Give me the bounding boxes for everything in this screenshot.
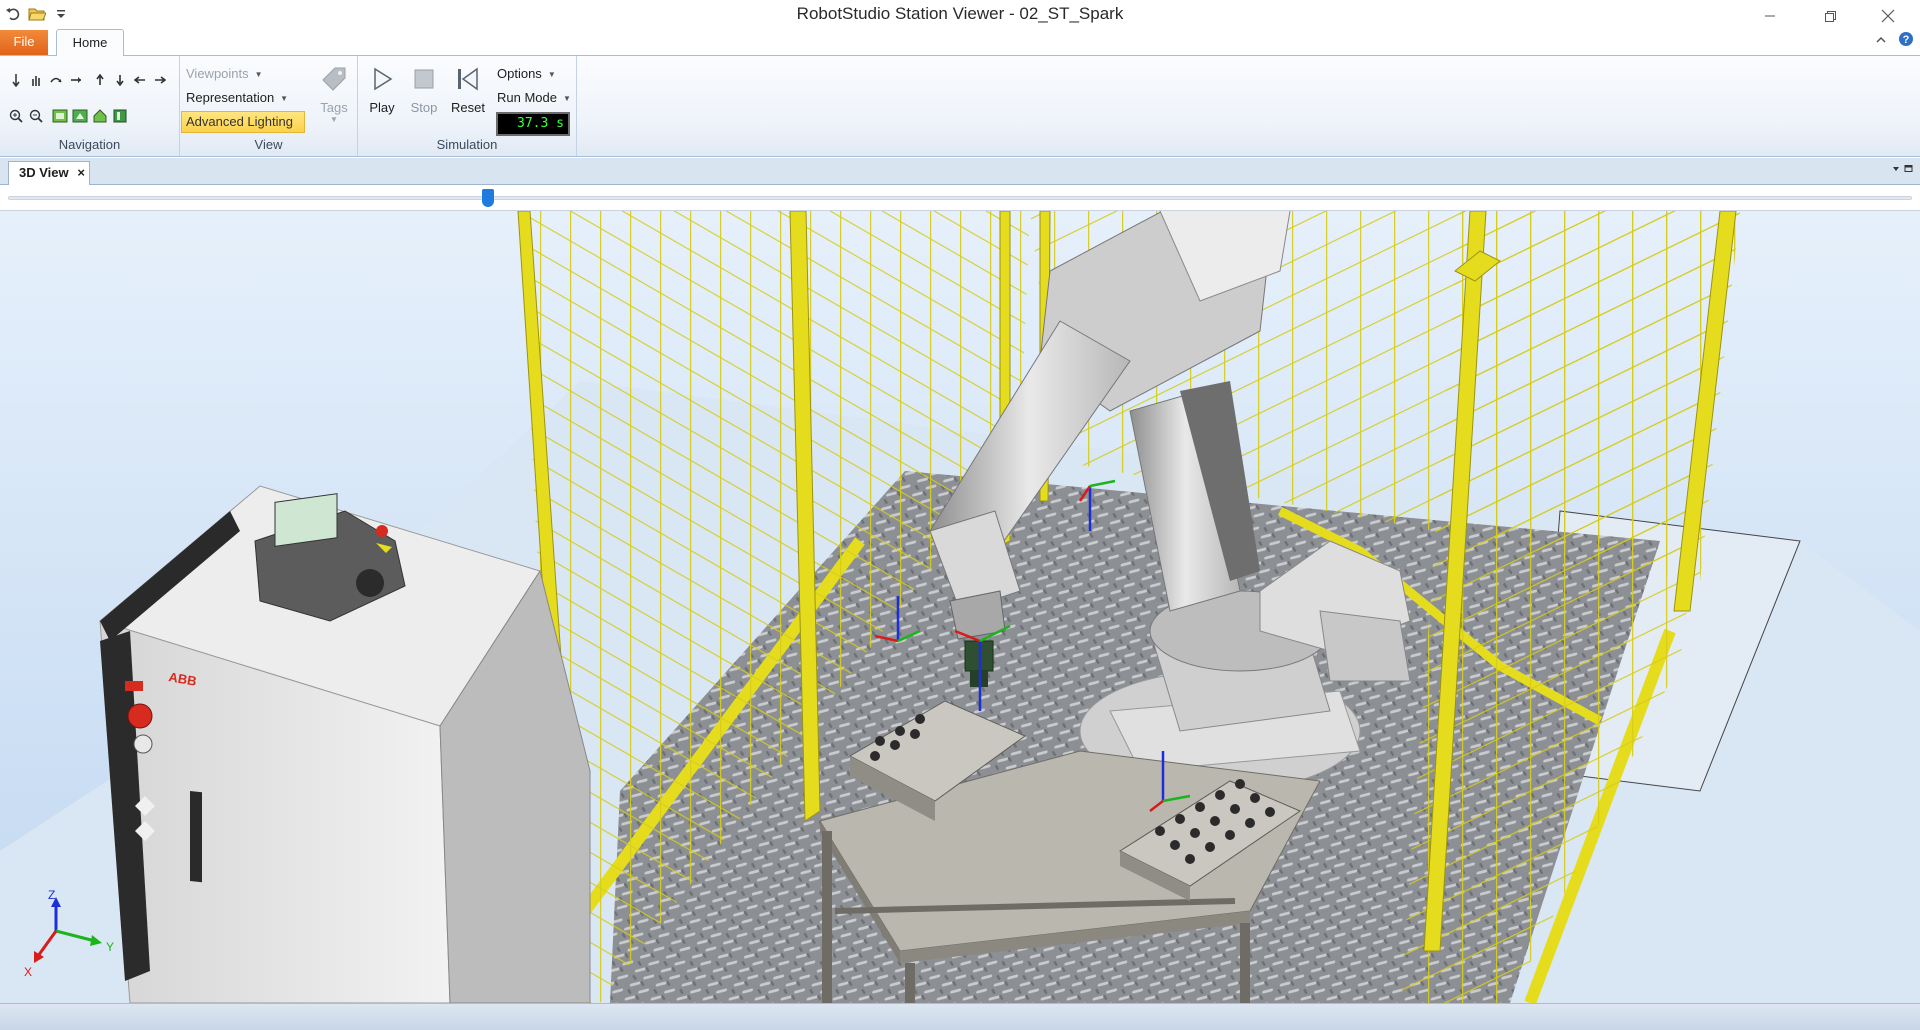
view-group: Viewpoints ▼ Representation ▼ Advanced Lig… — [180, 56, 358, 156]
move-up-icon[interactable] — [92, 72, 108, 88]
svg-text:?: ? — [1903, 34, 1910, 46]
move-down-icon[interactable] — [112, 72, 128, 88]
viewpoints-menu[interactable]: Viewpoints ▼ — [186, 66, 263, 81]
chevron-down-icon: ▼ — [254, 70, 263, 80]
timeline-track[interactable] — [8, 189, 1912, 207]
view-group-label: View — [254, 137, 283, 152]
tag-icon — [314, 64, 354, 94]
stop-icon — [404, 64, 444, 94]
viewpoints-label: Viewpoints — [186, 66, 249, 81]
title-bar: RobotStudio Station Viewer - 02_ST_Spark — [0, 0, 1920, 29]
help-icon[interactable]: ? — [1898, 31, 1914, 50]
run-mode-label: Run Mode — [497, 90, 557, 105]
collapse-ribbon-icon[interactable] — [1875, 34, 1887, 49]
navigation-group-label: Navigation — [58, 137, 121, 152]
axis-y-label: Y — [106, 940, 114, 954]
3d-scene[interactable]: Z Y X ABB — [0, 211, 1920, 1003]
tags-label: Tags — [320, 100, 348, 115]
reset-label: Reset — [451, 100, 485, 115]
timeline-thumb[interactable] — [482, 189, 494, 207]
tab-home[interactable]: Home — [56, 29, 124, 57]
chevron-down-icon: ▼ — [280, 94, 289, 104]
tags-button[interactable]: Tags ▼ — [314, 64, 354, 124]
stop-button[interactable]: Stop — [404, 64, 444, 115]
stop-label: Stop — [410, 100, 438, 115]
minimize-button[interactable] — [1750, 4, 1790, 28]
move-left-icon[interactable] — [132, 72, 148, 88]
axis-x-label: X — [24, 965, 32, 979]
options-label: Options — [497, 66, 542, 81]
close-window-button[interactable] — [1868, 4, 1908, 28]
representation-label: Representation — [186, 90, 275, 105]
zoom-out-icon[interactable] — [28, 108, 44, 124]
window-title: RobotStudio Station Viewer - 02_ST_Spark — [796, 4, 1124, 23]
3d-viewport[interactable]: Z Y X ABB — [0, 211, 1920, 1003]
document-tab-strip: 3D View × — [0, 158, 1920, 185]
tab-3d-view[interactable]: 3D View × — [8, 161, 90, 185]
reset-icon — [448, 64, 488, 94]
chevron-down-icon: ▼ — [330, 115, 338, 124]
ribbon: Navigation Viewpoints ▼ Representation ▼ A… — [0, 56, 1920, 157]
options-menu[interactable]: Options ▼ — [497, 66, 556, 81]
move-right-icon[interactable] — [152, 72, 168, 88]
rotate-icon[interactable] — [48, 72, 64, 88]
play-button[interactable]: Play — [362, 64, 402, 115]
axis-z-label: Z — [48, 888, 55, 902]
restore-button[interactable] — [1810, 4, 1850, 28]
select-icon[interactable] — [8, 72, 24, 88]
home-view-icon[interactable] — [92, 108, 108, 124]
zoom-in-icon[interactable] — [8, 108, 24, 124]
advanced-lighting-toggle[interactable]: Advanced Lighting — [181, 111, 305, 133]
play-icon — [362, 64, 402, 94]
robot-controller-cabinet[interactable] — [98, 485, 591, 1003]
navigation-group: Navigation — [0, 56, 180, 156]
simulation-group-label: Simulation — [436, 137, 498, 152]
reset-button[interactable]: Reset — [448, 64, 488, 115]
chevron-down-icon: ▼ — [562, 94, 571, 104]
status-bar — [0, 1003, 1920, 1030]
close-icon[interactable]: × — [77, 162, 85, 184]
simulation-group: Play Stop Reset Options ▼ Run Mode ▼ 37.3 … — [358, 56, 577, 156]
view-all-icon[interactable] — [52, 108, 68, 124]
timeline-slider[interactable] — [0, 185, 1920, 211]
layout-icon[interactable] — [112, 108, 128, 124]
pan-icon[interactable] — [28, 72, 44, 88]
window-menu-icon[interactable] — [1892, 164, 1914, 177]
chevron-down-icon: ▼ — [547, 70, 556, 80]
simulation-time-display: 37.3 s — [496, 112, 570, 136]
tab-file[interactable]: File — [0, 30, 48, 55]
tab-3d-view-label: 3D View — [19, 165, 69, 180]
view-center-icon[interactable] — [72, 108, 88, 124]
ribbon-tab-row: File Home ? — [0, 29, 1920, 57]
run-mode-menu[interactable]: Run Mode ▼ — [497, 90, 571, 105]
play-label: Play — [369, 100, 395, 115]
representation-menu[interactable]: Representation ▼ — [186, 90, 288, 105]
look-around-icon[interactable] — [68, 72, 84, 88]
